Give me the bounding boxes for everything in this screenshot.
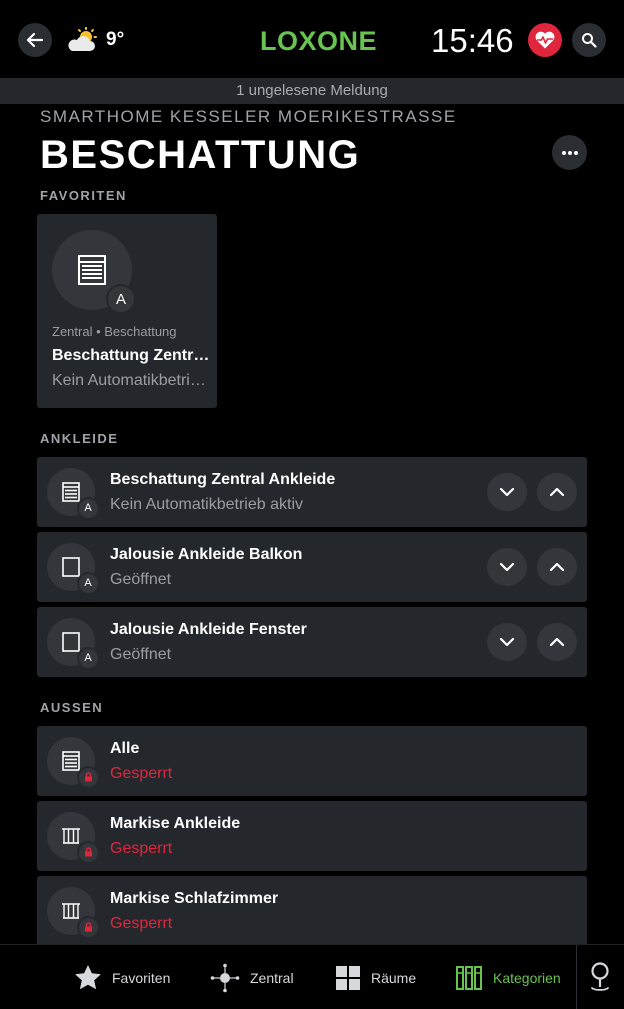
tab-raeume[interactable]: Räume	[335, 945, 416, 1009]
item-state: Geöffnet	[110, 571, 172, 588]
search-icon	[582, 33, 597, 48]
heart-pulse-icon	[535, 31, 555, 49]
list-item[interactable]: A Jalousie Ankleide Fenster Geöffnet	[37, 607, 587, 677]
weather-widget[interactable]: 9°	[66, 27, 124, 53]
categories-icon	[456, 965, 482, 990]
section-header-ankleide: ANKLEIDE	[40, 431, 119, 446]
move-down-button[interactable]	[487, 623, 527, 661]
arrow-left-icon	[26, 32, 44, 48]
item-name: Beschattung Zentral Ankleide	[110, 471, 336, 488]
automatic-badge: A	[106, 284, 136, 314]
move-up-button[interactable]	[537, 548, 577, 586]
star-icon	[75, 965, 101, 990]
automatic-badge: A	[77, 497, 99, 519]
tab-favoriten[interactable]: Favoriten	[74, 945, 170, 1009]
list-item[interactable]: Markise Schlafzimmer Gesperrt	[37, 876, 587, 946]
chevron-up-icon	[549, 562, 565, 572]
lock-badge	[77, 841, 99, 863]
lock-icon	[84, 847, 92, 857]
back-button[interactable]	[18, 23, 52, 57]
item-state: Kein Automatikbetrieb aktiv	[110, 496, 303, 513]
location-pin-button[interactable]	[588, 961, 612, 998]
search-button[interactable]	[572, 23, 606, 57]
favorite-subtitle: Zentral • Beschattung	[52, 324, 177, 339]
chevron-up-icon	[549, 637, 565, 647]
ellipsis-icon	[561, 150, 578, 155]
chevron-down-icon	[499, 562, 515, 572]
blind-closed-icon	[78, 255, 106, 285]
temperature: 9°	[106, 29, 125, 50]
list-item[interactable]: Alle Gesperrt	[37, 726, 587, 796]
location-pin-icon	[591, 962, 609, 991]
item-name: Markise Schlafzimmer	[110, 890, 279, 907]
favorite-card[interactable]: A Zentral • Beschattung Beschattung Zent…	[37, 214, 217, 408]
item-name: Jalousie Ankleide Balkon	[110, 546, 303, 563]
item-name: Jalousie Ankleide Fenster	[110, 621, 307, 638]
section-header-favoriten: FAVORITEN	[40, 188, 127, 203]
automatic-badge: A	[77, 647, 99, 669]
list-item[interactable]: Markise Ankleide Gesperrt	[37, 801, 587, 871]
move-down-button[interactable]	[487, 548, 527, 586]
chevron-down-icon	[499, 637, 515, 647]
loxone-logo: LOXONE	[260, 26, 378, 56]
lock-icon	[84, 922, 92, 932]
item-state: Gesperrt	[110, 840, 173, 857]
favorite-state: Kein Automatikbetrieb aktiv	[52, 372, 214, 389]
tab-divider	[576, 945, 577, 1009]
favorite-name: Beschattung Zentral Ankleide	[52, 347, 214, 364]
list-item[interactable]: A Jalousie Ankleide Balkon Geöffnet	[37, 532, 587, 602]
list-item[interactable]: A Beschattung Zentral Ankleide Kein Auto…	[37, 457, 587, 527]
item-name: Markise Ankleide	[110, 815, 241, 832]
move-up-button[interactable]	[537, 473, 577, 511]
section-header-aussen: AUSSEN	[40, 700, 104, 715]
lock-badge	[77, 766, 99, 788]
move-up-button[interactable]	[537, 623, 577, 661]
lock-icon	[84, 772, 92, 782]
chevron-down-icon	[499, 487, 515, 497]
move-down-button[interactable]	[487, 473, 527, 511]
tab-label: Zentral	[250, 969, 294, 986]
clock: 15:46	[431, 22, 514, 59]
tab-kategorien[interactable]: Kategorien	[455, 945, 561, 1009]
tab-label: Favoriten	[112, 969, 171, 986]
chevron-up-icon	[549, 487, 565, 497]
automatic-badge: A	[77, 572, 99, 594]
rooms-icon	[336, 965, 360, 990]
top-bar: 9° LOXONE 15:46	[0, 0, 624, 78]
central-icon	[210, 963, 240, 992]
health-button[interactable]	[528, 23, 562, 57]
item-state: Geöffnet	[110, 646, 172, 663]
page-title: BESCHATTUNG	[40, 133, 361, 177]
location-title: SMARTHOME KESSELER MOERIKESTRASSE	[40, 107, 457, 126]
item-state: Gesperrt	[110, 765, 173, 782]
item-name: Alle	[110, 740, 140, 757]
partly-cloudy-icon	[68, 27, 97, 51]
lock-badge	[77, 916, 99, 938]
tab-label: Räume	[371, 969, 417, 986]
item-state: Gesperrt	[110, 915, 173, 932]
tab-zentral[interactable]: Zentral	[210, 945, 294, 1009]
more-options-button[interactable]	[552, 135, 587, 170]
tab-label: Kategorien	[493, 969, 561, 986]
unread-notification-bar[interactable]: 1 ungelesene Meldung	[0, 78, 624, 104]
bottom-tab-bar: Favoriten Zentral Räume Kategorien	[0, 944, 624, 1009]
